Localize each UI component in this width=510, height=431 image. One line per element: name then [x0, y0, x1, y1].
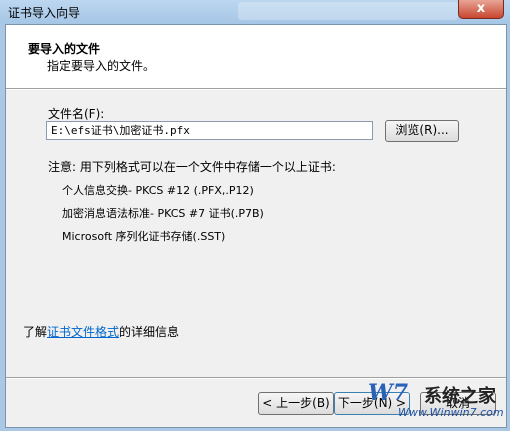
watermark-url: Www.Winwin7.com — [398, 406, 504, 419]
format-item: 加密消息语法标准- PKCS #7 证书(.P7B) — [62, 207, 264, 220]
watermark-logo: W7 系统之家 Www.Winwin7.com — [368, 378, 508, 426]
header-divider — [6, 88, 506, 90]
back-button[interactable]: < 上一步(B) — [258, 392, 334, 415]
wizard-header: 要导入的文件 指定要导入的文件。 — [6, 25, 506, 88]
format-item: 个人信息交换- PKCS #12 (.PFX,.P12) — [62, 184, 254, 197]
wizard-dialog: 要导入的文件 指定要导入的文件。 文件名(F): E:\efs证书\加密证书.p… — [5, 24, 507, 428]
title-bar: 证书导入向导 x — [0, 0, 510, 24]
watermark-text: 系统之家 — [424, 386, 496, 407]
more-info-text: 了解证书文件格式的详细信息 — [23, 323, 179, 340]
browse-button[interactable]: 浏览(R)... — [385, 120, 459, 142]
watermark-mark: W7 — [368, 380, 409, 406]
window-title: 证书导入向导 — [8, 6, 81, 20]
file-name-input[interactable]: E:\efs证书\加密证书.pfx — [46, 121, 373, 140]
format-note: 注意: 用下列格式可以在一个文件中存储一个以上证书: — [48, 160, 336, 174]
close-button[interactable]: x — [458, 0, 504, 19]
more-info-prefix: 了解 — [23, 325, 48, 339]
page-subtitle: 指定要导入的文件。 — [47, 59, 156, 73]
format-item: Microsoft 序列化证书存储(.SST) — [62, 230, 226, 243]
page-title: 要导入的文件 — [28, 42, 101, 56]
cert-format-link[interactable]: 证书文件格式 — [47, 325, 119, 339]
more-info-suffix: 的详细信息 — [119, 325, 180, 339]
caption-area — [238, 2, 458, 20]
file-name-label: 文件名(F): — [48, 107, 105, 121]
